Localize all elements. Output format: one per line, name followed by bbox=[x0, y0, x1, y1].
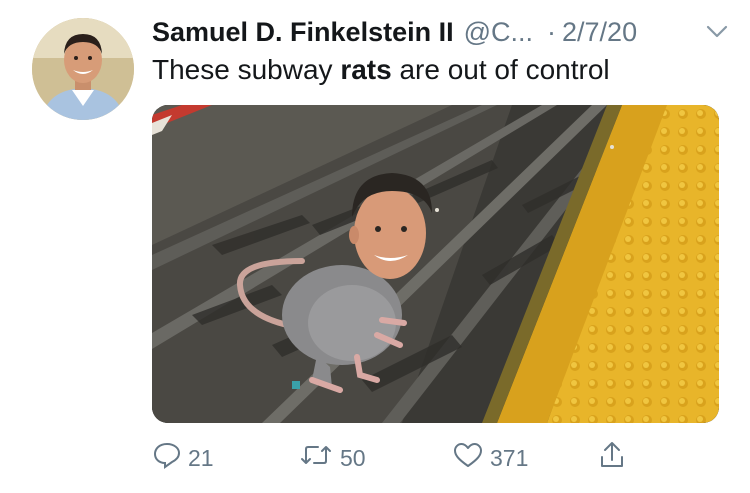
tweet-text-end: are out of control bbox=[391, 54, 610, 85]
chevron-down-icon[interactable] bbox=[706, 25, 728, 39]
tweet-header: Samuel D. Finkelstein II @C... · 2/7/20 bbox=[152, 14, 730, 50]
avatar-image bbox=[32, 18, 134, 120]
like-button[interactable]: 371 bbox=[452, 438, 528, 478]
share-button[interactable] bbox=[598, 438, 626, 478]
reply-icon bbox=[152, 441, 182, 475]
share-icon bbox=[598, 440, 626, 476]
retweet-button[interactable]: 50 bbox=[298, 438, 366, 478]
retweet-count: 50 bbox=[340, 444, 366, 471]
author-avatar[interactable] bbox=[32, 18, 134, 120]
subway-rat-image bbox=[152, 105, 719, 423]
tweet-photo[interactable] bbox=[152, 105, 719, 423]
tweet-date[interactable]: 2/7/20 bbox=[562, 17, 637, 48]
heart-icon bbox=[452, 441, 484, 475]
author-name[interactable]: Samuel D. Finkelstein II bbox=[152, 17, 454, 48]
author-handle[interactable]: @C... bbox=[464, 17, 533, 48]
retweet-icon bbox=[298, 441, 334, 475]
separator-dot: · bbox=[547, 16, 557, 47]
reply-count: 21 bbox=[188, 444, 214, 471]
reply-button[interactable]: 21 bbox=[152, 438, 214, 478]
tweet-text: These subway rats are out of control bbox=[152, 54, 610, 86]
tweet-actions: 21 50 371 bbox=[152, 438, 712, 478]
tweet-text-start: These subway bbox=[152, 54, 341, 85]
tweet-text-bold: rats bbox=[340, 54, 392, 85]
like-count: 371 bbox=[490, 444, 529, 471]
